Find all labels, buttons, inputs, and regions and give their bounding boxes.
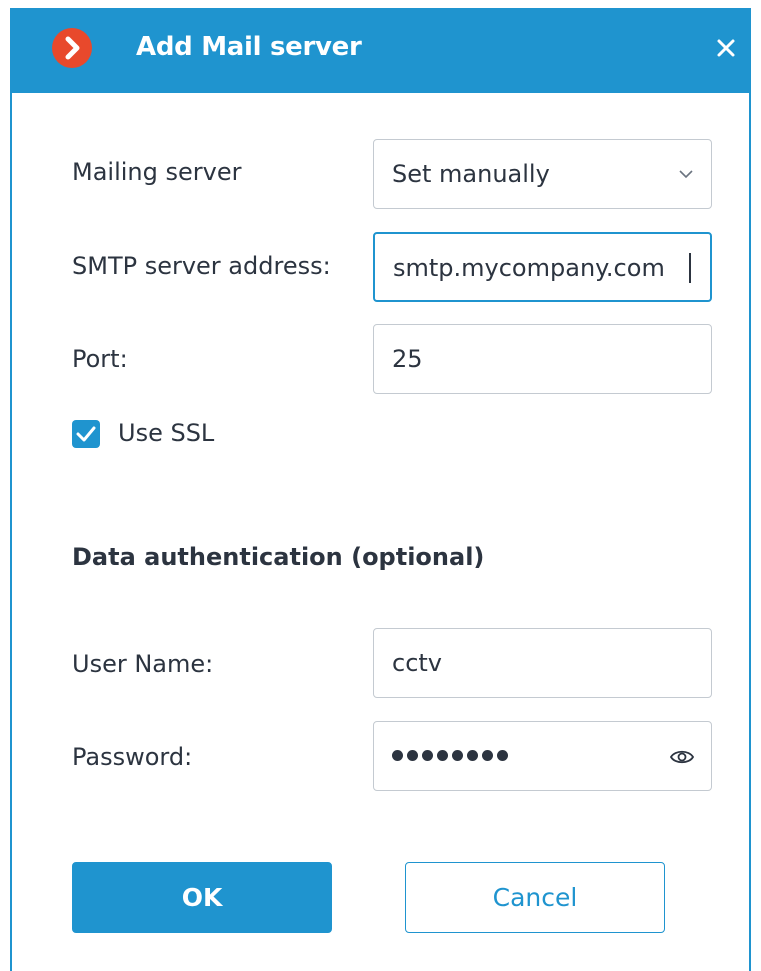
cancel-button[interactable]: Cancel bbox=[405, 862, 665, 933]
chevron-down-icon bbox=[679, 170, 693, 179]
username-input[interactable]: cctv bbox=[373, 628, 712, 698]
password-dot bbox=[392, 750, 403, 761]
eye-icon[interactable] bbox=[669, 747, 695, 767]
password-dot bbox=[467, 750, 478, 761]
mailing-server-value: Set manually bbox=[392, 160, 550, 188]
username-label: User Name: bbox=[72, 650, 214, 678]
use-ssl-checkbox[interactable] bbox=[72, 420, 100, 448]
password-dot bbox=[422, 750, 433, 761]
password-dot bbox=[407, 750, 418, 761]
ok-button[interactable]: OK bbox=[72, 862, 332, 933]
text-cursor bbox=[689, 253, 691, 283]
smtp-address-label: SMTP server address: bbox=[72, 252, 331, 280]
title-bar: Add Mail server bbox=[10, 8, 751, 93]
password-dot bbox=[437, 750, 448, 761]
password-label: Password: bbox=[72, 743, 193, 771]
username-value: cctv bbox=[392, 649, 443, 677]
password-mask bbox=[392, 750, 508, 764]
app-logo-icon bbox=[52, 28, 92, 68]
smtp-address-value: smtp.mycompany.com bbox=[393, 254, 665, 282]
auth-section-title: Data authentication (optional) bbox=[72, 543, 485, 571]
port-input[interactable]: 25 bbox=[373, 324, 712, 394]
checkmark-icon bbox=[76, 426, 96, 442]
close-icon bbox=[717, 39, 735, 57]
use-ssl-label: Use SSL bbox=[118, 419, 215, 447]
mailing-server-label: Mailing server bbox=[72, 158, 242, 186]
mailing-server-select[interactable]: Set manually bbox=[373, 139, 712, 209]
dialog-title: Add Mail server bbox=[136, 32, 362, 62]
password-dot bbox=[482, 750, 493, 761]
password-dot bbox=[497, 750, 508, 761]
close-button[interactable] bbox=[706, 28, 746, 68]
password-input[interactable] bbox=[373, 721, 712, 791]
password-dot bbox=[452, 750, 463, 761]
smtp-address-input[interactable]: smtp.mycompany.com bbox=[373, 232, 712, 302]
port-label: Port: bbox=[72, 345, 128, 373]
port-value: 25 bbox=[392, 345, 423, 373]
